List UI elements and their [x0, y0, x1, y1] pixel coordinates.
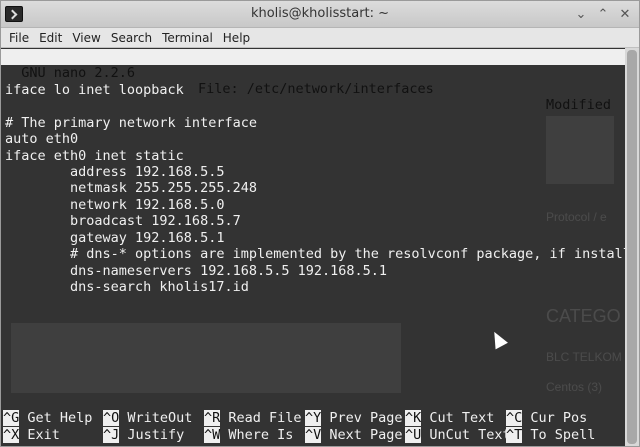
background-text: Protocol / e [546, 210, 607, 224]
background-panel [11, 323, 401, 393]
terminal-window: kholis@kholisstart: ~ ⌄ ⌃ ✕ File Edit Vi… [0, 0, 640, 447]
menu-view[interactable]: View [67, 31, 105, 45]
shortcut-uncut-text[interactable]: ^U UnCut Text [405, 427, 511, 443]
shortcut-to-spell[interactable]: ^T To Spell [506, 427, 595, 443]
shortcut-row-2: ^X Exit ^J Justify ^W Where Is ^V Next P… [3, 427, 623, 443]
editor-line[interactable]: auto eth0 [5, 131, 78, 147]
shortcut-justify[interactable]: ^J Justify [103, 427, 184, 443]
nano-status: Modified [546, 97, 612, 113]
minimize-icon[interactable]: ⌄ [573, 7, 589, 23]
shortcut-read-file[interactable]: ^R Read File [204, 410, 302, 426]
shortcut-exit[interactable]: ^X Exit [3, 427, 60, 443]
background-thumbnail [546, 116, 614, 184]
shortcut-next-page[interactable]: ^V Next Page [305, 427, 403, 443]
background-link: BLC TELKOM [546, 350, 622, 364]
maximize-icon[interactable]: ⌃ [595, 7, 611, 23]
scrollbar-thumb[interactable] [627, 50, 637, 444]
nano-version: GNU nano 2.2.6 [5, 65, 136, 81]
shortcut-where-is[interactable]: ^W Where Is [204, 427, 293, 443]
nano-filename: File: /etc/network/interfaces [198, 81, 434, 97]
editor-line[interactable]: broadcast 192.168.5.7 [5, 213, 241, 229]
background-link: Centos (3) [546, 380, 603, 394]
shortcut-cut-text[interactable]: ^K Cut Text [405, 410, 494, 426]
shortcut-get-help[interactable]: ^G Get Help [3, 410, 92, 426]
menu-terminal[interactable]: Terminal [157, 31, 218, 45]
shortcut-prev-page[interactable]: ^Y Prev Page [305, 410, 403, 426]
editor-line[interactable]: netmask 255.255.255.248 [5, 180, 257, 196]
menu-bar: File Edit View Search Terminal Help [1, 28, 639, 48]
terminal-area[interactable]: CATEGO BLC TELKOM Centos (3) Protocol / … [1, 48, 625, 446]
nano-header-bar: GNU nano 2.2.6 File: /etc/network/interf… [1, 49, 625, 113]
editor-line[interactable]: # dns-* options are implemented by the r… [5, 246, 625, 262]
background-heading: CATEGO [546, 306, 621, 326]
shortcut-cur-pos[interactable]: ^C Cur Pos [506, 410, 587, 426]
editor-line[interactable]: network 192.168.5.0 [5, 197, 224, 213]
editor-line[interactable]: dns-search kholis17.id [5, 279, 249, 295]
editor-line[interactable]: gateway 192.168.5.1 [5, 230, 224, 246]
editor-line[interactable]: iface lo inet loopback [5, 82, 184, 98]
shortcut-row-1: ^G Get Help ^O WriteOut ^R Read File ^Y … [3, 410, 623, 426]
menu-edit[interactable]: Edit [34, 31, 67, 45]
editor-line[interactable]: iface eth0 inet static [5, 148, 184, 164]
close-icon[interactable]: ✕ [617, 7, 633, 23]
editor-line[interactable]: address 192.168.5.5 [5, 164, 224, 180]
menu-search[interactable]: Search [106, 31, 157, 45]
menu-help[interactable]: Help [218, 31, 255, 45]
vertical-scrollbar[interactable] [625, 48, 639, 446]
title-bar[interactable]: kholis@kholisstart: ~ ⌄ ⌃ ✕ [1, 1, 639, 28]
editor-line[interactable]: # The primary network interface [5, 115, 257, 131]
menu-file[interactable]: File [4, 31, 34, 45]
window-title: kholis@kholisstart: ~ [250, 6, 390, 21]
shortcut-writeout[interactable]: ^O WriteOut [103, 410, 192, 426]
editor-line[interactable]: dns-nameservers 192.168.5.5 192.168.5.1 [5, 263, 387, 279]
